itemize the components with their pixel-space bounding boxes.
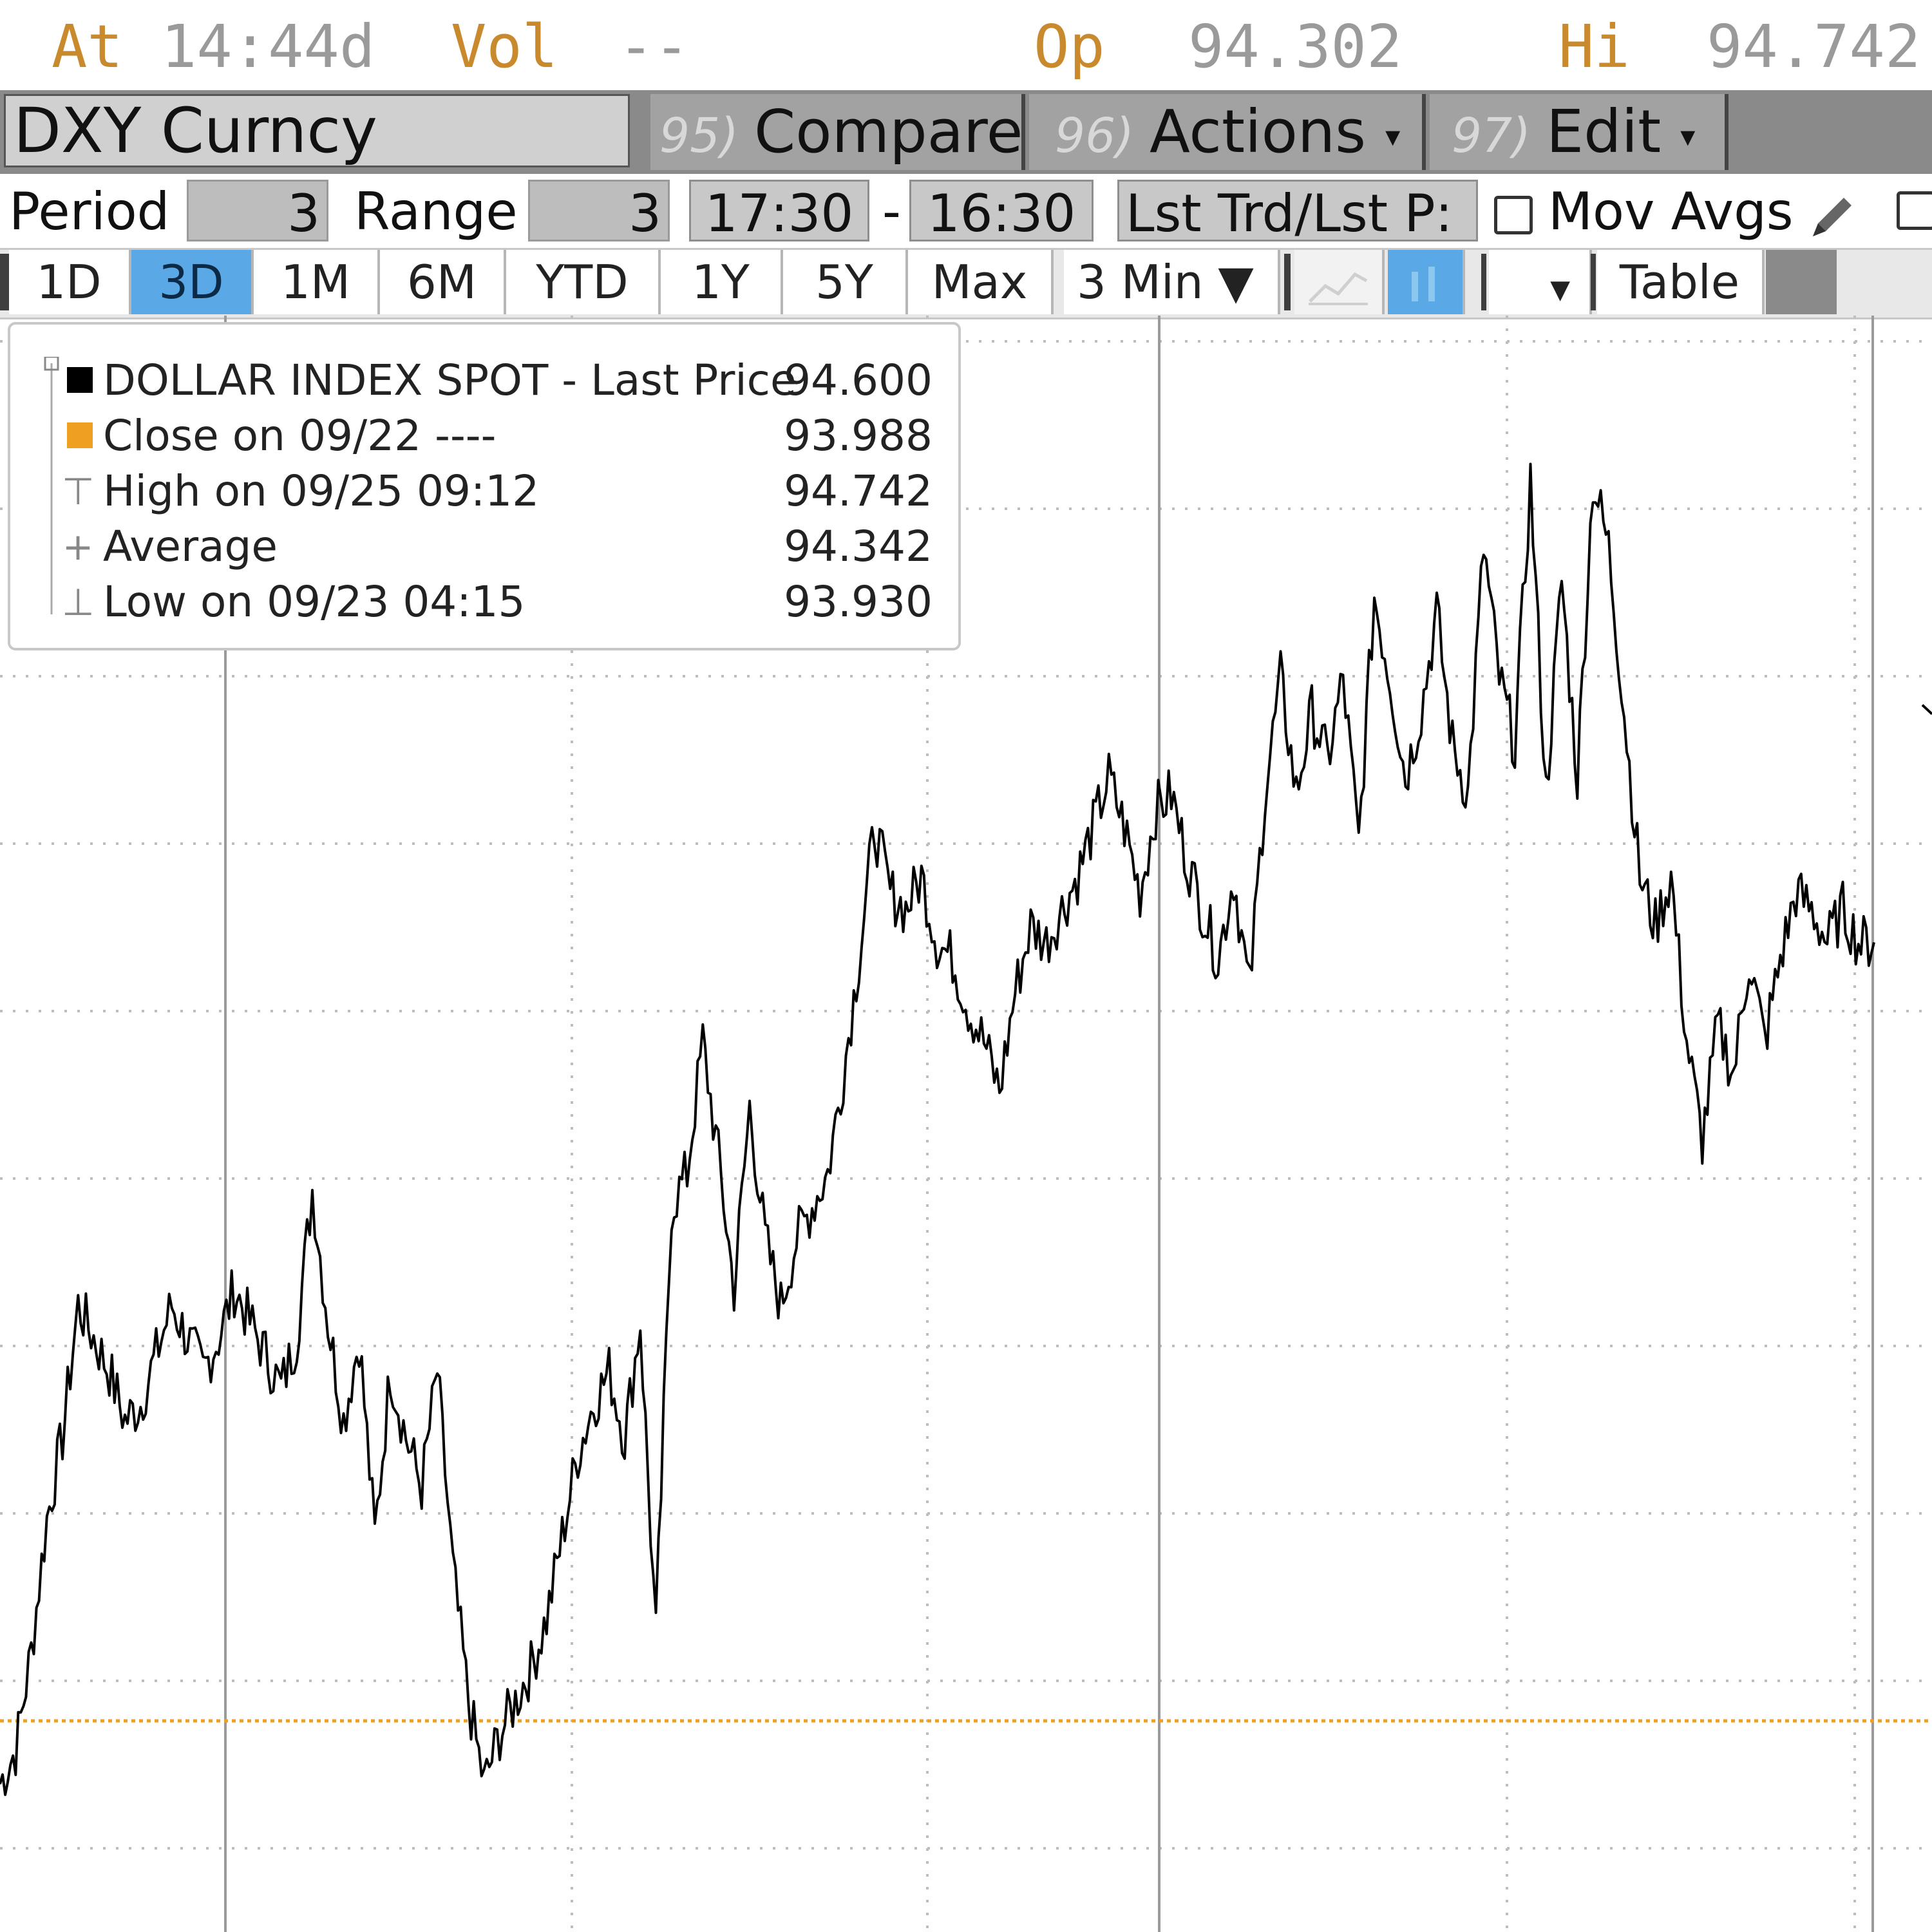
dropdown-button[interactable]: ▼ xyxy=(1489,250,1592,314)
actions-button-number: 96) xyxy=(1055,108,1135,164)
range-button-1d[interactable]: 1D xyxy=(9,250,131,314)
chevron-down-icon: ▾ xyxy=(1680,118,1696,153)
pencil-icon[interactable] xyxy=(1806,186,1858,248)
vol-value: -- xyxy=(618,12,690,81)
range-button-3d[interactable]: 3D xyxy=(131,250,254,314)
at-label: At xyxy=(52,12,123,81)
gray-toggle-button[interactable] xyxy=(1766,250,1837,314)
chevron-down-icon: ▾ xyxy=(1385,118,1401,153)
separator xyxy=(0,254,9,310)
compare-button-number: 95) xyxy=(659,108,739,164)
compare-button-label: Compare xyxy=(754,97,1023,166)
range-button-ytd[interactable]: YTD xyxy=(506,250,661,314)
period-input[interactable]: 3 xyxy=(187,180,328,243)
mov-avgs-checkbox[interactable] xyxy=(1494,196,1533,235)
ticker-input[interactable]: DXY Curncy xyxy=(4,94,630,167)
legend-label: High on 09/25 09:12 xyxy=(103,466,540,516)
start-time-input[interactable]: 17:30 xyxy=(689,180,869,243)
bar-chart-button[interactable] xyxy=(1388,250,1465,314)
legend-row-last-price: DOLLAR INDEX SPOT - Last Price 94.600 xyxy=(67,353,933,408)
range-label: Range xyxy=(354,182,518,242)
separator xyxy=(1284,254,1291,310)
open-label: Op xyxy=(1034,12,1105,81)
last-price-marker xyxy=(1921,704,1932,715)
mov-avgs-label: Mov Avgs xyxy=(1548,182,1794,242)
line-chart-button[interactable] xyxy=(1294,250,1385,314)
chevron-down-icon: ▼ xyxy=(1550,275,1570,305)
bar-chart-icon xyxy=(1412,267,1435,302)
legend-label: Low on 09/23 04:15 xyxy=(103,577,526,627)
legend-row-average: + Average 94.342 xyxy=(62,519,933,574)
legend-swatch-black xyxy=(67,367,93,393)
price-type-select[interactable]: Lst Trd/Lst P: xyxy=(1117,180,1478,242)
legend-row-close: Close on 09/22 ---- 93.988 xyxy=(67,408,933,464)
range-button-1m[interactable]: 1M xyxy=(254,250,380,314)
mov-avgs-toggle[interactable]: Mov Avgs xyxy=(1494,180,1794,242)
separator xyxy=(1481,254,1486,310)
open-value: 94.302 xyxy=(1188,12,1403,81)
end-time-input[interactable]: 16:30 xyxy=(909,180,1094,243)
quote-line: At 14:44d Vol -- Op 94.302 Hi 94.742 xyxy=(0,0,1932,93)
time-dash: - xyxy=(882,182,901,242)
range-button-max[interactable]: Max xyxy=(908,250,1054,314)
edit-button[interactable]: 97) Edit ▾ xyxy=(1430,94,1728,170)
at-time: 14:44d xyxy=(161,12,375,81)
line-chart-icon xyxy=(1309,272,1368,306)
legend-row-high: ⊤ High on 09/25 09:12 94.742 xyxy=(62,464,933,519)
vol-label: Vol xyxy=(451,12,558,81)
legend-label: Average xyxy=(103,522,278,571)
range-button-5y[interactable]: 5Y xyxy=(783,250,908,314)
separator xyxy=(1591,254,1596,310)
legend-row-low: ⊥ Low on 09/23 04:15 93.930 xyxy=(62,574,933,630)
legend-swatch-orange xyxy=(67,422,93,448)
actions-button[interactable]: 96) Actions ▾ xyxy=(1029,94,1426,170)
extra-checkbox[interactable] xyxy=(1897,191,1932,230)
low-marker-icon: ⊥ xyxy=(62,580,95,624)
range-button-6m[interactable]: 6M xyxy=(380,250,506,314)
range-input[interactable]: 3 xyxy=(528,180,670,243)
chart-legend: DOLLAR INDEX SPOT - Last Price 94.600 Cl… xyxy=(8,322,961,650)
period-row: Period 3 Range 3 17:30 - 16:30 Lst Trd/L… xyxy=(0,177,1932,245)
price-series-line xyxy=(0,462,1875,1796)
actions-button-label: Actions xyxy=(1150,97,1367,166)
edit-button-number: 97) xyxy=(1452,108,1531,164)
range-button-1y[interactable]: 1Y xyxy=(661,250,783,314)
high-marker-icon: ⊤ xyxy=(62,469,95,513)
high-value: 94.742 xyxy=(1707,12,1921,81)
interval-select[interactable]: 3 Min ▼ xyxy=(1064,250,1280,314)
legend-value: 94.342 xyxy=(784,522,933,571)
legend-label: DOLLAR INDEX SPOT - Last Price xyxy=(103,355,797,405)
legend-value: 93.988 xyxy=(784,411,933,460)
legend-value: 93.930 xyxy=(784,577,933,627)
legend-label: Close on 09/22 ---- xyxy=(103,411,497,460)
table-button[interactable]: Table xyxy=(1597,250,1765,314)
compare-button[interactable]: 95) Compare xyxy=(650,94,1025,170)
average-marker-icon: + xyxy=(62,525,94,569)
edit-button-label: Edit xyxy=(1546,97,1662,166)
period-label: Period xyxy=(9,182,170,242)
high-label: Hi xyxy=(1558,12,1630,81)
legend-value: 94.600 xyxy=(784,355,933,405)
security-toolbar: DXY Curncy 95) Compare 96) Actions ▾ 97) Edi… xyxy=(0,90,1932,174)
legend-value: 94.742 xyxy=(784,466,933,516)
range-toolbar: 1D 3D 1M 6M YTD 1Y 5Y Max 3 Min ▼ ▼ Tabl… xyxy=(0,248,1932,319)
